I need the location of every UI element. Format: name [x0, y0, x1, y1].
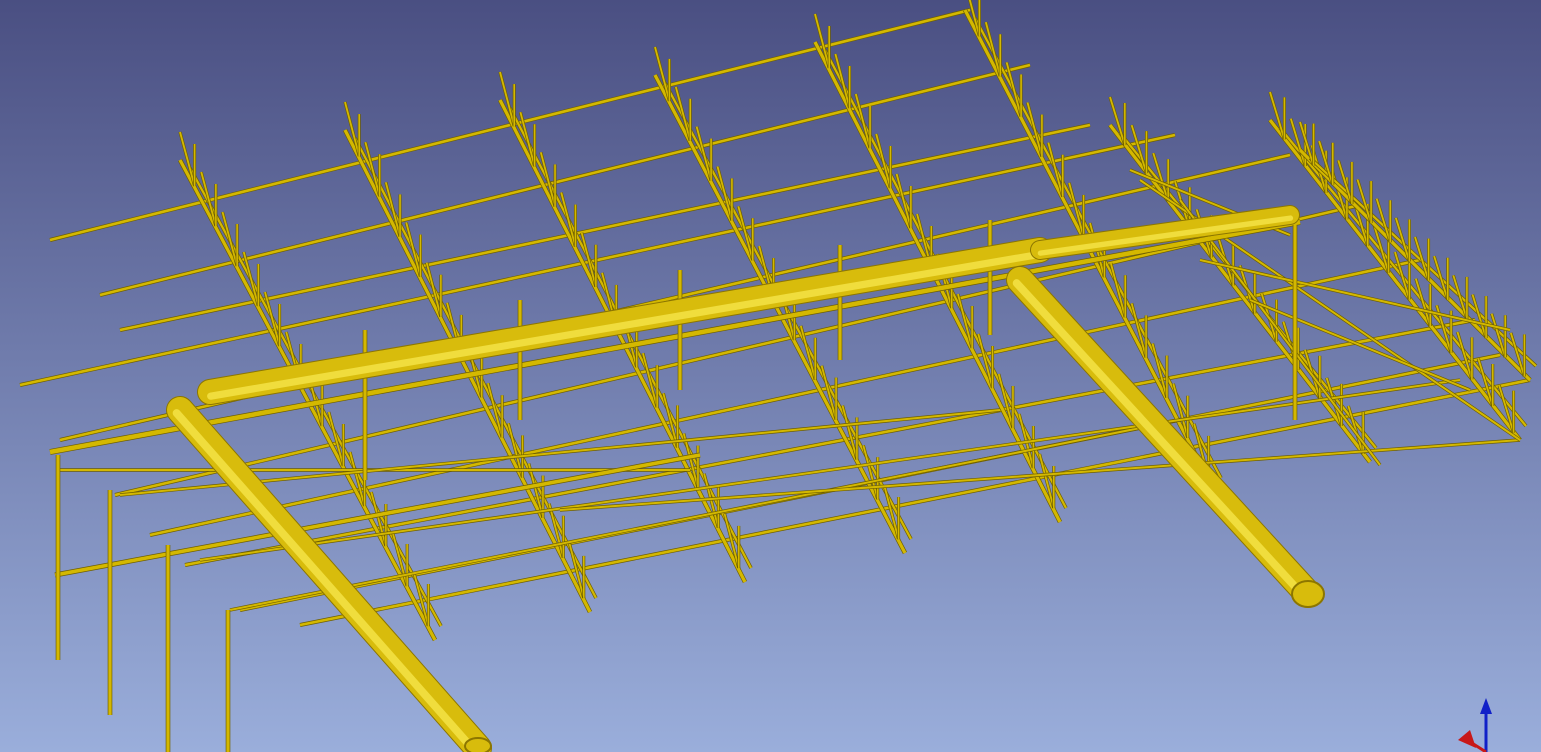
3d-viewport[interactable]	[0, 0, 1541, 752]
3d-scene[interactable]	[0, 0, 1541, 752]
pipe-end-cap-left	[464, 737, 492, 752]
pipe-end-cap-right	[1291, 580, 1325, 608]
